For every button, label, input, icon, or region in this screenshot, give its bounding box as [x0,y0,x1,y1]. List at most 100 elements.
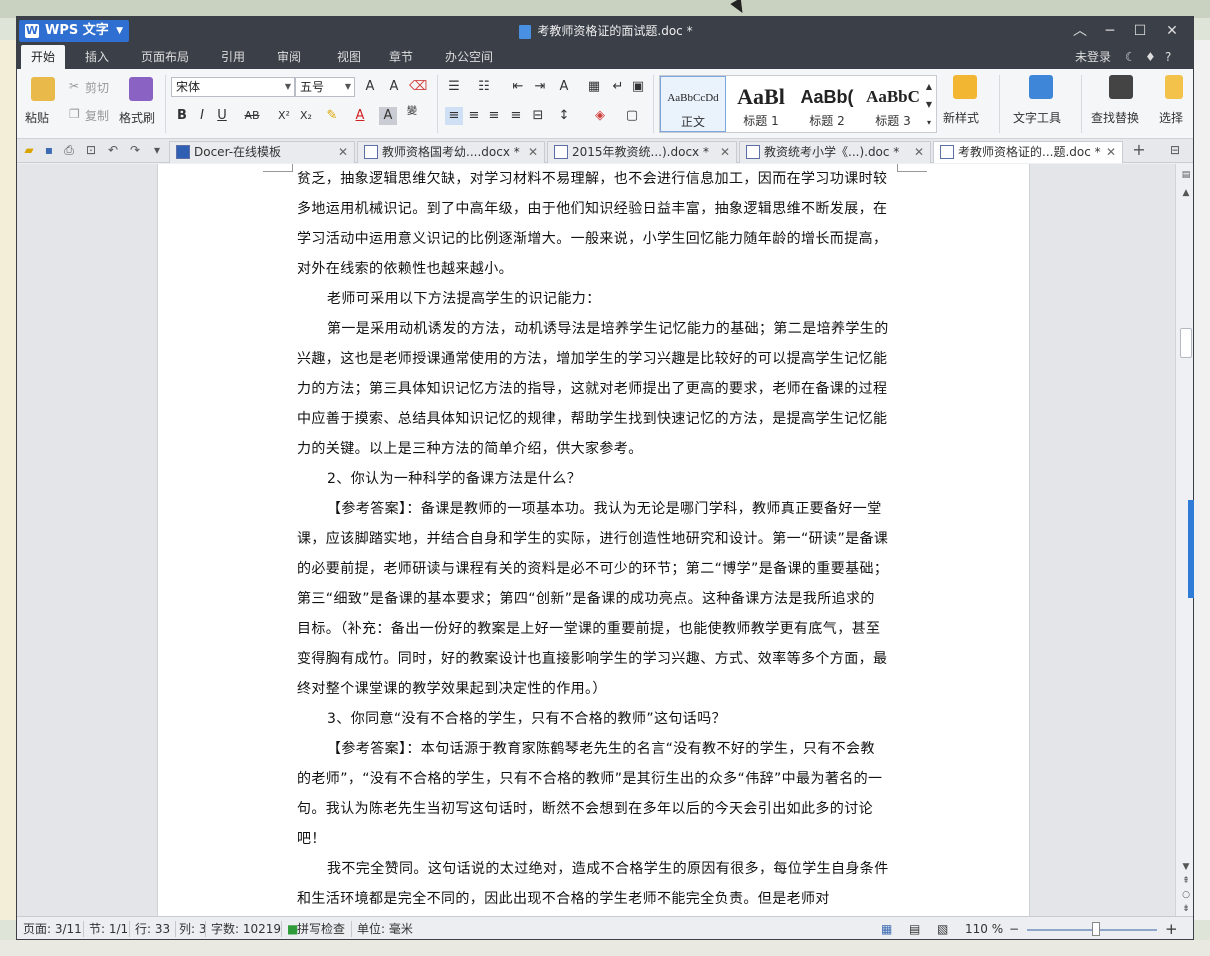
font-size-select[interactable]: 五号 ▼ [295,77,355,97]
shading-fill-icon[interactable]: ◈ [591,107,609,125]
binoculars-icon[interactable] [1109,75,1133,99]
clear-format-icon[interactable]: ⌫ [409,78,427,96]
find-replace-button[interactable]: 查找替换 [1091,109,1139,126]
redo-icon[interactable]: ↷ [127,142,143,158]
align-right-icon[interactable]: ≡ [485,107,503,125]
print-icon[interactable]: ⎙ [61,142,77,158]
page-indicator[interactable]: 页面: 3/11 [23,917,82,939]
copy-button[interactable]: 复制 [85,107,109,124]
style-heading-1[interactable]: AaBl 标题 1 [728,76,794,132]
italic-icon[interactable]: I [193,107,211,125]
close-tab-icon[interactable]: ✕ [720,142,730,162]
spell-check-button[interactable]: 拼写检查 [297,917,345,939]
split-view-icon[interactable]: ▤ [1179,168,1193,182]
tab-list-icon[interactable]: ⊟ [1167,142,1183,158]
page-view-icon[interactable]: ▦ [881,917,892,939]
borders-icon[interactable]: ▢ [623,107,641,125]
new-style-icon[interactable] [953,75,977,99]
close-tab-icon[interactable]: ✕ [528,142,538,162]
close-tab-icon[interactable]: ✕ [1106,142,1116,162]
align-left-icon[interactable]: ≡ [445,107,463,125]
shirt-icon[interactable]: ♦ [1145,45,1156,69]
menu-references[interactable]: 引用 [211,45,255,69]
maximize-button[interactable]: ☐ [1125,17,1155,45]
style-heading-2[interactable]: AaBb( 标题 2 [794,76,860,132]
next-page-icon[interactable]: ⇟ [1179,902,1193,916]
style-more-icon[interactable]: ▾ [922,114,936,132]
paste-button[interactable]: 粘贴 [25,109,49,126]
cut-button[interactable]: 剪切 [85,79,109,96]
close-tab-icon[interactable]: ✕ [338,142,348,162]
tab-document[interactable]: 教资统考小学《...).doc * ✕ [739,141,931,163]
zoom-in-icon[interactable]: + [1165,917,1178,939]
minimize-button[interactable]: ─ [1095,17,1125,45]
underline-icon[interactable]: U [213,107,231,125]
text-tools-button[interactable]: 文字工具 [1013,109,1061,126]
style-scroll-up-icon[interactable]: ▲ [922,78,936,96]
align-center-icon[interactable]: ≡ [465,107,483,125]
format-painter-icon[interactable] [129,77,153,101]
style-heading-3[interactable]: AaBbC 标题 3 [860,76,926,132]
zoom-slider-knob[interactable] [1092,922,1100,936]
menu-office-space[interactable]: 办公空间 [435,45,503,69]
undo-icon[interactable]: ↶ [105,142,121,158]
menu-chapter[interactable]: 章节 [379,45,423,69]
justify-icon[interactable]: ≡ [507,107,525,125]
scroll-down-icon[interactable]: ▼ [1179,860,1193,874]
numbered-list-icon[interactable]: ☷ [475,78,493,96]
tab-document[interactable]: 2015年教资统...).docx * ✕ [547,141,737,163]
tab-document[interactable]: 教师资格国考幼....docx * ✕ [357,141,545,163]
strikethrough-icon[interactable]: AB [241,107,263,125]
web-view-icon[interactable]: ▤ [909,917,920,939]
show-marks-icon[interactable]: ↵ [609,78,627,96]
skin-icon[interactable]: ☾ [1125,45,1136,69]
outline-view-icon[interactable]: ▧ [937,917,948,939]
bullet-list-icon[interactable]: ☰ [445,78,463,96]
style-scroll-down-icon[interactable]: ▼ [922,96,936,114]
new-tab-icon[interactable]: + [1131,142,1147,158]
scroll-up-icon[interactable]: ▲ [1179,186,1193,200]
word-count[interactable]: 字数: 10219 [211,917,281,939]
increase-indent-icon[interactable]: ⇥ [531,78,549,96]
save-icon[interactable]: ▪ [41,142,57,158]
menu-home[interactable]: 开始 [21,45,66,69]
bold-icon[interactable]: B [173,107,191,125]
select-icon[interactable] [1165,75,1183,99]
highlight-icon[interactable]: ✎ [323,107,341,125]
menu-review[interactable]: 审阅 [267,45,311,69]
help-button[interactable]: ? [1165,45,1171,69]
open-folder-icon[interactable]: ▰ [21,142,37,158]
browse-object-icon[interactable]: ○ [1179,888,1193,902]
print-preview-icon[interactable]: ⊡ [83,142,99,158]
zoom-level[interactable]: 110 % [965,917,1003,939]
paste-icon[interactable] [31,77,55,101]
char-shading-icon[interactable]: A [379,107,397,125]
style-normal[interactable]: AaBbCcDd 正文 [660,76,726,132]
side-panel-toggle[interactable] [1188,500,1194,598]
font-name-select[interactable]: 宋体 ▼ [171,77,295,97]
phonetic-guide-icon[interactable]: 變 [403,103,421,121]
document-body[interactable]: 贫乏，抽象逻辑思维欠缺，对学习材料不易理解，也不会进行信息加工，因而在学习功课时… [297,164,889,914]
login-status[interactable]: 未登录 [1075,45,1111,69]
subscript-icon[interactable]: X₂ [297,107,315,125]
table-icon[interactable]: ▦ [585,78,603,96]
new-style-button[interactable]: 新样式 [943,109,979,126]
zoom-out-icon[interactable]: − [1009,917,1019,939]
close-button[interactable]: ✕ [1157,17,1187,45]
text-direction-icon[interactable]: A [555,78,573,96]
menu-view[interactable]: 视图 [327,45,371,69]
previous-page-icon[interactable]: ⇞ [1179,874,1193,888]
superscript-icon[interactable]: X² [275,107,293,125]
tab-document-active[interactable]: 考教师资格证的...题.doc * ✕ [933,141,1123,163]
grow-font-icon[interactable]: A [361,78,379,96]
cut-icon[interactable]: ✂ [69,79,79,93]
format-painter-button[interactable]: 格式刷 [119,109,155,126]
distribute-icon[interactable]: ⊟ [529,107,547,125]
close-tab-icon[interactable]: ✕ [914,142,924,162]
tab-docer[interactable]: Docer-在线模板 ✕ [169,141,355,163]
select-button[interactable]: 选择 [1159,109,1183,126]
quick-access-menu-icon[interactable]: ▾ [149,142,165,158]
menu-page-layout[interactable]: 页面布局 [131,45,199,69]
shrink-font-icon[interactable]: A [385,78,403,96]
copy-icon[interactable]: ❐ [69,107,80,121]
